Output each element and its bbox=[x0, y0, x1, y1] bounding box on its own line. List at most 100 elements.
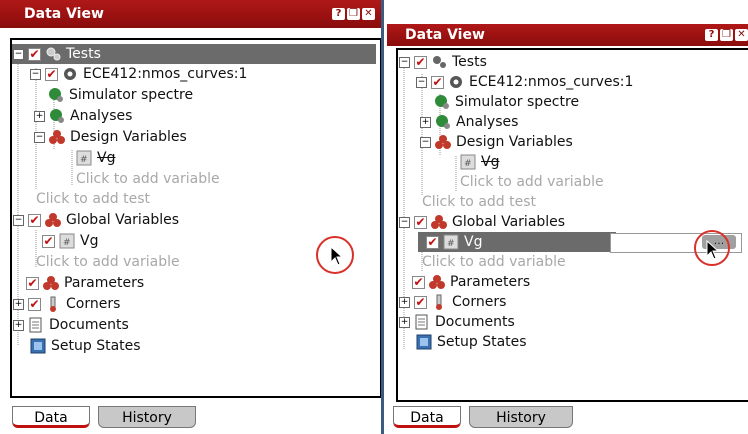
tab-data[interactable]: Data bbox=[393, 406, 461, 428]
tab-history[interactable]: History bbox=[98, 406, 196, 428]
panel-title-bar[interactable]: Data View ? ❐ ✕ bbox=[387, 24, 748, 46]
expand-icon[interactable]: + bbox=[399, 316, 410, 328]
expand-icon[interactable]: + bbox=[34, 110, 45, 122]
test-checkbox[interactable]: ✔ bbox=[431, 75, 444, 89]
tree-item-global-var-vg[interactable]: ✔ # Vg bbox=[42, 231, 98, 251]
tree-label: ECE412:nmos_curves:1 bbox=[469, 74, 634, 90]
simulator-icon bbox=[434, 94, 450, 110]
variables-icon bbox=[45, 212, 61, 228]
gear-icon bbox=[62, 66, 78, 82]
variables-icon bbox=[435, 134, 451, 150]
tree-item-global-variables[interactable]: − ✔ Global Variables bbox=[398, 212, 565, 232]
tree-item-setup-states[interactable]: Setup States bbox=[416, 332, 527, 352]
tree-item-tests[interactable]: − ✔ Tests bbox=[398, 52, 487, 72]
tree-item-analyses[interactable]: + Analyses bbox=[34, 106, 132, 126]
tree-label: Corners bbox=[66, 296, 121, 312]
tree-label: Click to add test bbox=[36, 191, 151, 207]
parameters-checkbox[interactable]: ✔ bbox=[26, 276, 39, 290]
tree-item-design-var-vg[interactable]: # Vg bbox=[76, 148, 115, 168]
tree-item-documents[interactable]: + Documents bbox=[398, 312, 515, 332]
expand-icon[interactable]: + bbox=[420, 116, 431, 128]
tab-history[interactable]: History bbox=[469, 406, 573, 428]
float-icon[interactable]: ❐ bbox=[720, 29, 733, 41]
tree-label: Documents bbox=[435, 314, 515, 330]
collapse-icon[interactable]: − bbox=[13, 214, 24, 226]
gears-icon bbox=[45, 46, 61, 62]
expand-icon[interactable]: + bbox=[13, 298, 24, 310]
corners-checkbox[interactable]: ✔ bbox=[28, 297, 41, 311]
tree-label: Design Variables bbox=[456, 134, 573, 150]
close-icon[interactable]: ✕ bbox=[362, 8, 375, 20]
global-variables-checkbox[interactable]: ✔ bbox=[28, 213, 41, 227]
add-test-placeholder[interactable]: Click to add test bbox=[36, 189, 150, 209]
global-vg-checkbox[interactable]: ✔ bbox=[42, 234, 55, 248]
collapse-icon[interactable]: − bbox=[13, 48, 24, 60]
collapse-icon[interactable]: − bbox=[420, 136, 431, 148]
tree-item-test[interactable]: − ✔ ECE412:nmos_curves:1 bbox=[416, 72, 633, 92]
tree-item-tests[interactable]: − ✔ Tests bbox=[12, 44, 376, 64]
tree-item-global-variables[interactable]: − ✔ Global Variables bbox=[12, 210, 179, 230]
tree-item-parameters[interactable]: ✔ Parameters bbox=[412, 272, 530, 292]
tree-label: Vg bbox=[481, 154, 500, 170]
help-icon[interactable]: ? bbox=[332, 8, 345, 20]
tree-item-parameters[interactable]: ✔ Parameters bbox=[26, 273, 144, 293]
panel-title-bar[interactable]: Data View ? ❐ ✕ bbox=[0, 0, 381, 28]
analyses-icon bbox=[435, 114, 451, 130]
svg-text:#: # bbox=[447, 239, 455, 249]
panel-title: Data View bbox=[24, 6, 104, 22]
variable-icon: # bbox=[59, 233, 75, 249]
tree-label: Click to add variable bbox=[36, 254, 180, 270]
tree-item-documents[interactable]: + Documents bbox=[12, 315, 129, 335]
tree-item-test[interactable]: − ✔ ECE412:nmos_curves:1 bbox=[30, 64, 247, 84]
help-icon[interactable]: ? bbox=[705, 29, 718, 41]
tab-data[interactable]: Data bbox=[12, 406, 90, 428]
float-icon[interactable]: ❐ bbox=[347, 8, 360, 20]
tree-label: Click to add variable bbox=[76, 171, 220, 187]
tree-item-simulator[interactable]: Simulator spectre bbox=[434, 92, 579, 112]
parameters-checkbox[interactable]: ✔ bbox=[412, 275, 425, 289]
tree-label: Click to add test bbox=[422, 194, 537, 210]
add-variable-placeholder[interactable]: Click to add variable bbox=[460, 172, 604, 192]
variable-icon: # bbox=[460, 154, 476, 170]
tree-item-simulator[interactable]: Simulator spectre bbox=[48, 85, 193, 105]
tree-item-setup-states[interactable]: Setup States bbox=[30, 336, 141, 356]
collapse-icon[interactable]: − bbox=[399, 56, 410, 68]
close-icon[interactable]: ✕ bbox=[735, 29, 748, 41]
add-global-variable-placeholder[interactable]: Click to add variable bbox=[36, 252, 180, 272]
tree-item-analyses[interactable]: + Analyses bbox=[420, 112, 518, 132]
collapse-icon[interactable]: − bbox=[34, 131, 45, 143]
parameters-icon bbox=[43, 275, 59, 291]
tests-checkbox[interactable]: ✔ bbox=[28, 47, 41, 61]
test-checkbox[interactable]: ✔ bbox=[45, 67, 58, 81]
mouse-pointer-icon bbox=[706, 240, 720, 260]
tree-label: Analyses bbox=[456, 114, 519, 130]
corners-checkbox[interactable]: ✔ bbox=[414, 295, 427, 309]
parameters-icon bbox=[429, 274, 445, 290]
collapse-icon[interactable]: − bbox=[30, 68, 41, 80]
tree-view: − ✔ Tests − ✔ ECE412:nmos_curves:1 Simul… bbox=[396, 48, 748, 402]
tree-item-design-variables[interactable]: − Design Variables bbox=[420, 132, 573, 152]
tree-item-design-var-vg[interactable]: # Vg bbox=[460, 152, 499, 172]
add-test-placeholder[interactable]: Click to add test bbox=[422, 192, 536, 212]
tree-label: Click to add variable bbox=[460, 174, 604, 190]
tree-item-global-var-vg[interactable]: ✔ # Vg bbox=[418, 232, 616, 252]
simulator-icon bbox=[48, 87, 64, 103]
collapse-icon[interactable]: − bbox=[399, 216, 410, 228]
tests-checkbox[interactable]: ✔ bbox=[414, 55, 427, 69]
global-vg-checkbox[interactable]: ✔ bbox=[426, 235, 439, 249]
tree-item-design-variables[interactable]: − Design Variables bbox=[34, 127, 187, 147]
add-global-variable-placeholder[interactable]: Click to add variable bbox=[422, 252, 566, 272]
tree-label: Simulator spectre bbox=[69, 87, 194, 103]
svg-text:#: # bbox=[63, 238, 71, 248]
add-variable-placeholder[interactable]: Click to add variable bbox=[76, 169, 220, 189]
tree-item-corners[interactable]: + ✔ Corners bbox=[398, 292, 506, 312]
tree-label: Vg bbox=[80, 233, 99, 249]
collapse-icon[interactable]: − bbox=[416, 76, 427, 88]
document-icon bbox=[414, 314, 430, 330]
expand-icon[interactable]: + bbox=[399, 296, 410, 308]
expand-icon[interactable]: + bbox=[13, 319, 24, 331]
tree-item-corners[interactable]: + ✔ Corners bbox=[12, 294, 120, 314]
variable-icon: # bbox=[443, 234, 459, 250]
tab-bar: Data History bbox=[387, 400, 748, 434]
global-variables-checkbox[interactable]: ✔ bbox=[414, 215, 427, 229]
